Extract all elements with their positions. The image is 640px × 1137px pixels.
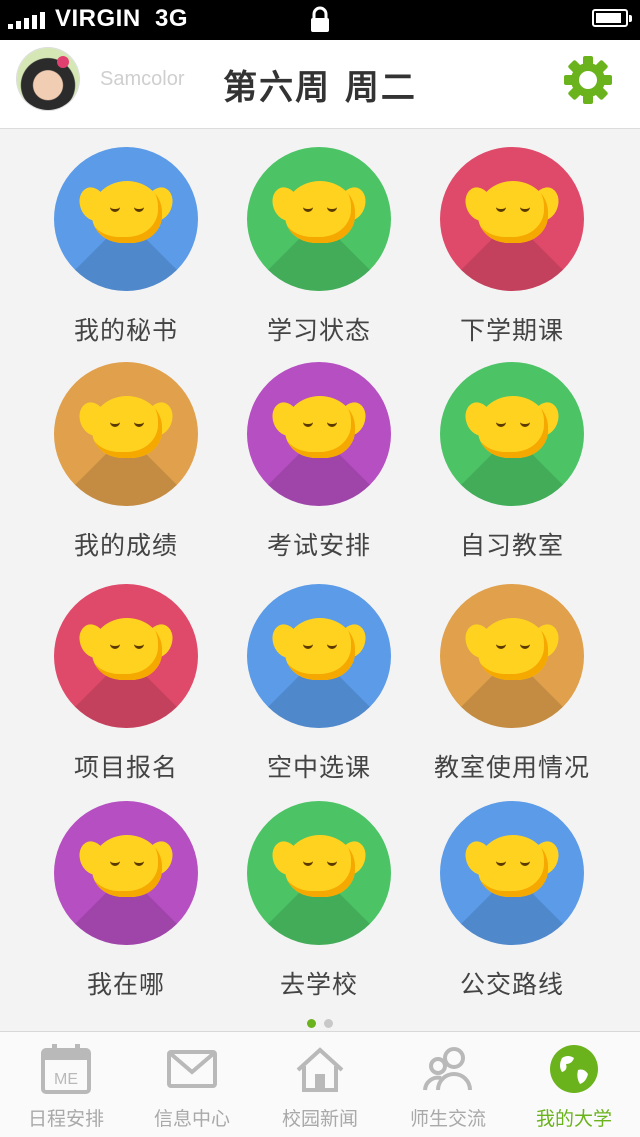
app-label: 我的秘书 [73,316,178,345]
app-tile[interactable]: 教室使用情况 [417,584,607,784]
tab-label: 师生交流 [409,1108,486,1130]
page-dot[interactable] [324,1019,333,1028]
signal-bars-icon [8,12,45,29]
app-tile[interactable]: 我的成绩 [31,362,221,562]
app-tile[interactable]: 项目报名 [31,584,221,784]
app-tile[interactable]: 我的秘书 [31,147,221,347]
calendar-icon: ME [41,1044,91,1094]
app-label: 自习教室 [459,531,564,560]
mascot-secretary-icon [54,147,198,291]
mascot-next-semester-icon [440,147,584,291]
mascot-examination-icon [247,362,391,506]
app-tile[interactable]: 考试安排 [224,362,414,562]
page-indicator [0,1013,640,1032]
mascot-study-room-icon [440,362,584,506]
svg-text:ME: ME [54,1071,78,1088]
tab-schedule[interactable]: ME 日程安排 [2,1032,130,1137]
tab-my-university[interactable]: 我的大学 [510,1032,638,1137]
lock-icon [311,6,329,32]
mascot-location-icon [54,801,198,945]
app-grid: 我的秘书 学习状态 下学期课我的成绩 考试安排 自习教室项目报名 空中选课 教室使用情况我在… [0,129,640,1031]
app-label: 教室使用情况 [433,753,590,782]
tab-community[interactable]: 师生交流 [384,1032,512,1137]
tab-label: 我的大学 [535,1108,612,1130]
app-label: 我在哪 [86,970,165,999]
app-label: 公交路线 [459,970,564,999]
tab-label: 校园新闻 [281,1108,358,1130]
app-label: 学习状态 [266,316,371,345]
mascot-airplane-icon [247,584,391,728]
app-label: 项目报名 [73,753,178,782]
app-tile[interactable]: 公交路线 [417,801,607,1001]
mascot-grades-icon [54,362,198,506]
mascot-headset-icon [54,584,198,728]
mascot-bus-icon [440,801,584,945]
tab-label: 日程安排 [27,1108,104,1130]
app-tile[interactable]: 下学期课 [417,147,607,347]
app-tile[interactable]: 我在哪 [31,801,221,1001]
app-label: 下学期课 [459,316,564,345]
battery-icon [592,9,632,27]
app-tile[interactable]: 去学校 [224,801,414,1001]
tab-bar: ME 日程安排 信息中心 校园新闻 师生交流 我的大学 [0,1031,640,1137]
app-label: 我的成绩 [73,531,178,560]
tab-news[interactable]: 校园新闻 [256,1032,384,1137]
page-dot[interactable] [307,1019,316,1028]
app-tile[interactable]: 自习教室 [417,362,607,562]
app-label: 去学校 [279,970,358,999]
mascot-car-icon [247,801,391,945]
globe-icon [550,1045,598,1093]
gear-icon[interactable] [562,54,614,106]
status-bar: VIRGIN 3G [0,0,640,40]
mascot-heart-icon [247,147,391,291]
carrier-label: VIRGIN 3G [55,5,189,32]
app-label: 空中选课 [266,753,371,782]
people-icon [423,1047,472,1091]
envelope-icon [167,1050,217,1088]
mascot-books-icon [440,584,584,728]
app-label: 考试安排 [266,531,371,560]
app-tile[interactable]: 空中选课 [224,584,414,784]
tab-messages[interactable]: 信息中心 [128,1032,256,1137]
house-icon [296,1047,344,1092]
page-title: 第六周 周二 [223,68,417,108]
tab-label: 信息中心 [153,1108,230,1130]
app-tile[interactable]: 学习状态 [224,147,414,347]
header-bar: Samcolor 第六周 周二 [0,40,640,129]
